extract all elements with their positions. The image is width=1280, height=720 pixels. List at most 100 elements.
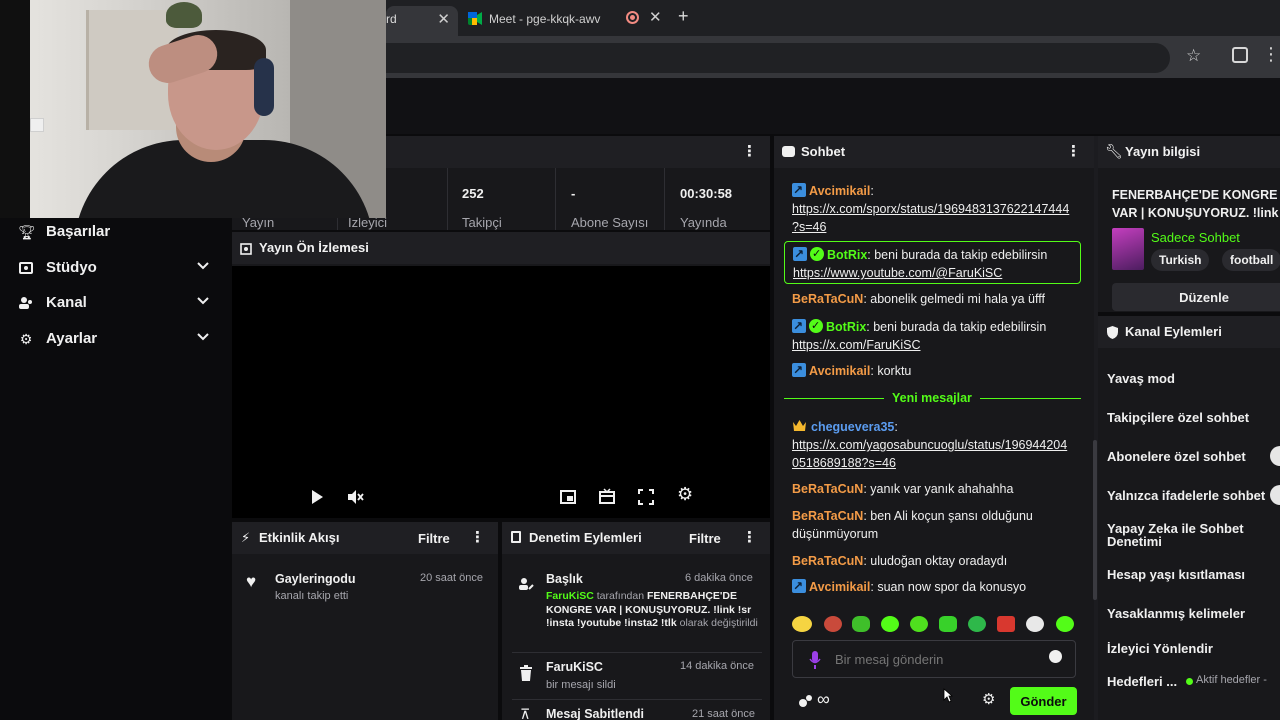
chat-message: Avcimikail: korktu <box>792 361 1084 380</box>
chat-settings-gear-icon[interactable]: ⚙ <box>982 690 995 708</box>
sidebar-item-label: Başarılar <box>46 223 111 240</box>
microphone-icon[interactable] <box>809 651 821 669</box>
category-thumbnail[interactable] <box>1112 228 1144 270</box>
emote-icon[interactable] <box>910 616 928 632</box>
edit-button[interactable]: Düzenle <box>1112 283 1280 311</box>
action-subscribers-only[interactable]: Abonelere özel sohbet <box>1107 449 1246 464</box>
action-emotes-only[interactable]: Yalnızca ifadelerle sohbet <box>1107 488 1265 503</box>
chat-username[interactable]: Avcimikail <box>809 580 870 594</box>
gear-icon: ⚙ <box>19 331 33 347</box>
moderation-actor: FaruKiSC <box>546 590 594 602</box>
omnibox[interactable] <box>386 43 1170 73</box>
chat-link[interactable]: https://x.com/sporx/status/1969483137622… <box>792 202 1069 216</box>
emote-icon[interactable] <box>1026 616 1044 632</box>
chevron-down-icon[interactable] <box>196 259 210 273</box>
chat-username[interactable]: Avcimikail <box>809 364 870 378</box>
chat-link[interactable]: https://x.com/FaruKiSC <box>792 338 921 352</box>
more-options-icon[interactable]: ⋮ <box>470 530 485 546</box>
more-options-icon[interactable]: ⋮ <box>742 530 757 546</box>
more-options-icon[interactable]: ⋮ <box>742 144 757 160</box>
star-icon[interactable]: ☆ <box>1186 46 1201 66</box>
emote-icon[interactable] <box>997 616 1015 632</box>
chat-username[interactable]: BotRix <box>826 320 866 334</box>
chat-link[interactable]: https://www.youtube.com/@FaruKiSC <box>793 266 1002 280</box>
stat-followers: 252 Takipçi <box>452 168 556 230</box>
chat-input-box[interactable] <box>792 640 1076 678</box>
action-banned-words[interactable]: Yasaklanmış kelimeler <box>1107 606 1245 621</box>
send-button[interactable]: Gönder <box>1010 687 1077 715</box>
theater-mode-icon[interactable] <box>598 488 616 506</box>
moderation-item-time: 21 saat önce <box>692 708 755 720</box>
emote-icon[interactable] <box>824 616 842 632</box>
action-slow-mode[interactable]: Yavaş mod <box>1107 371 1175 386</box>
close-tab-icon[interactable]: ✕ <box>437 10 450 28</box>
chat-input[interactable] <box>835 649 1035 669</box>
fullscreen-icon[interactable] <box>637 488 655 506</box>
chat-username[interactable]: Avcimikail <box>809 184 870 198</box>
browser-tab-meet[interactable]: Meet - pge-kkqk-awv ✕ <box>462 6 672 36</box>
video-player[interactable] <box>232 266 770 518</box>
channel-icon <box>18 295 34 311</box>
subscribers-only-toggle[interactable] <box>1270 446 1280 466</box>
chat-username[interactable]: BeRaTaCuN <box>792 482 863 496</box>
chat-username[interactable]: BeRaTaCuN <box>792 292 863 306</box>
infinity-icon: ∞ <box>817 689 830 709</box>
sidebar-item-channel[interactable]: Kanal <box>0 289 230 319</box>
emoji-icon[interactable] <box>1049 650 1062 663</box>
play-icon[interactable] <box>308 488 326 506</box>
chevron-down-icon[interactable] <box>196 330 210 344</box>
emote-icon[interactable] <box>852 616 870 632</box>
sidebar-item-label: Stüdyo <box>46 259 97 276</box>
action-followers-only[interactable]: Takipçilere özel sohbet <box>1107 410 1249 425</box>
pip-icon[interactable] <box>559 488 577 506</box>
user-edit-icon <box>519 578 534 590</box>
chat-username[interactable]: cheguevera35 <box>811 420 894 434</box>
browser-menu-icon[interactable]: ⋮ <box>1262 45 1280 63</box>
category-link[interactable]: Sadece Sohbet <box>1151 230 1240 245</box>
action-raid[interactable]: İzleyici Yönlendir <box>1107 641 1213 656</box>
chevron-down-icon[interactable] <box>196 294 210 308</box>
filter-button[interactable]: Filtre <box>418 531 450 546</box>
heart-icon: ♥ <box>246 572 257 591</box>
pin-icon: ⊼ <box>520 706 531 720</box>
studio-icon <box>18 260 34 276</box>
emote-icon[interactable] <box>1056 616 1074 632</box>
tab-title-fragment: rd <box>386 12 397 26</box>
sidebar-item-settings[interactable]: ⚙ Ayarlar <box>0 325 230 355</box>
emote-icon[interactable] <box>792 616 812 632</box>
chat-bubble-icon <box>782 146 795 157</box>
shield-icon <box>1107 326 1118 339</box>
chat-link[interactable]: ?s=46 <box>792 220 826 234</box>
browser-tab-active[interactable]: rd ✕ <box>386 6 458 36</box>
chat-scrollbar-thumb[interactable] <box>1093 440 1097 600</box>
emote-icon[interactable] <box>939 616 957 632</box>
tag-badge[interactable]: football <box>1222 249 1280 271</box>
emote-icon[interactable] <box>881 616 899 632</box>
points-icon[interactable] <box>798 694 814 708</box>
chat-username[interactable]: BeRaTaCuN <box>792 554 863 568</box>
action-account-age[interactable]: Hesap yaşı kısıtlaması <box>1107 567 1245 582</box>
action-ai-moderation[interactable]: Yapay Zeka ile Sohbet Denetimi <box>1107 522 1257 548</box>
chat-link[interactable]: https://x.com/yagosabuncuoglu/status/196… <box>792 438 1067 452</box>
activity-text: kanalı takip etti <box>275 590 349 602</box>
sidebar-item-achievements[interactable]: 🏆︎ Başarılar <box>0 218 230 248</box>
chat-username[interactable]: BotRix <box>827 248 867 262</box>
emotes-only-toggle[interactable] <box>1270 485 1280 505</box>
moderation-item-time: 6 dakika önce <box>685 572 753 584</box>
action-goals[interactable]: Hedefleri ... <box>1107 674 1177 689</box>
extensions-icon[interactable] <box>1232 47 1248 63</box>
close-tab-icon[interactable]: ✕ <box>649 8 662 26</box>
new-tab-button[interactable]: + <box>678 6 689 27</box>
mouse-cursor-icon <box>943 688 953 703</box>
tag-badge[interactable]: Turkish <box>1151 249 1210 271</box>
chat-link[interactable]: 0518689188?s=46 <box>792 456 896 470</box>
muted-icon[interactable] <box>346 488 364 506</box>
chat-username[interactable]: BeRaTaCuN <box>792 509 863 523</box>
more-options-icon[interactable]: ⋮ <box>1066 144 1081 160</box>
filter-button[interactable]: Filtre <box>689 531 721 546</box>
settings-gear-icon[interactable]: ⚙ <box>677 485 695 503</box>
moderation-header: Denetim Eylemleri Filtre ⋮ <box>502 522 770 554</box>
emote-icon[interactable] <box>968 616 986 632</box>
chat-text: uludoğan oktay oradaydı <box>870 554 1008 568</box>
sidebar-item-studio[interactable]: Stüdyo <box>0 254 230 284</box>
